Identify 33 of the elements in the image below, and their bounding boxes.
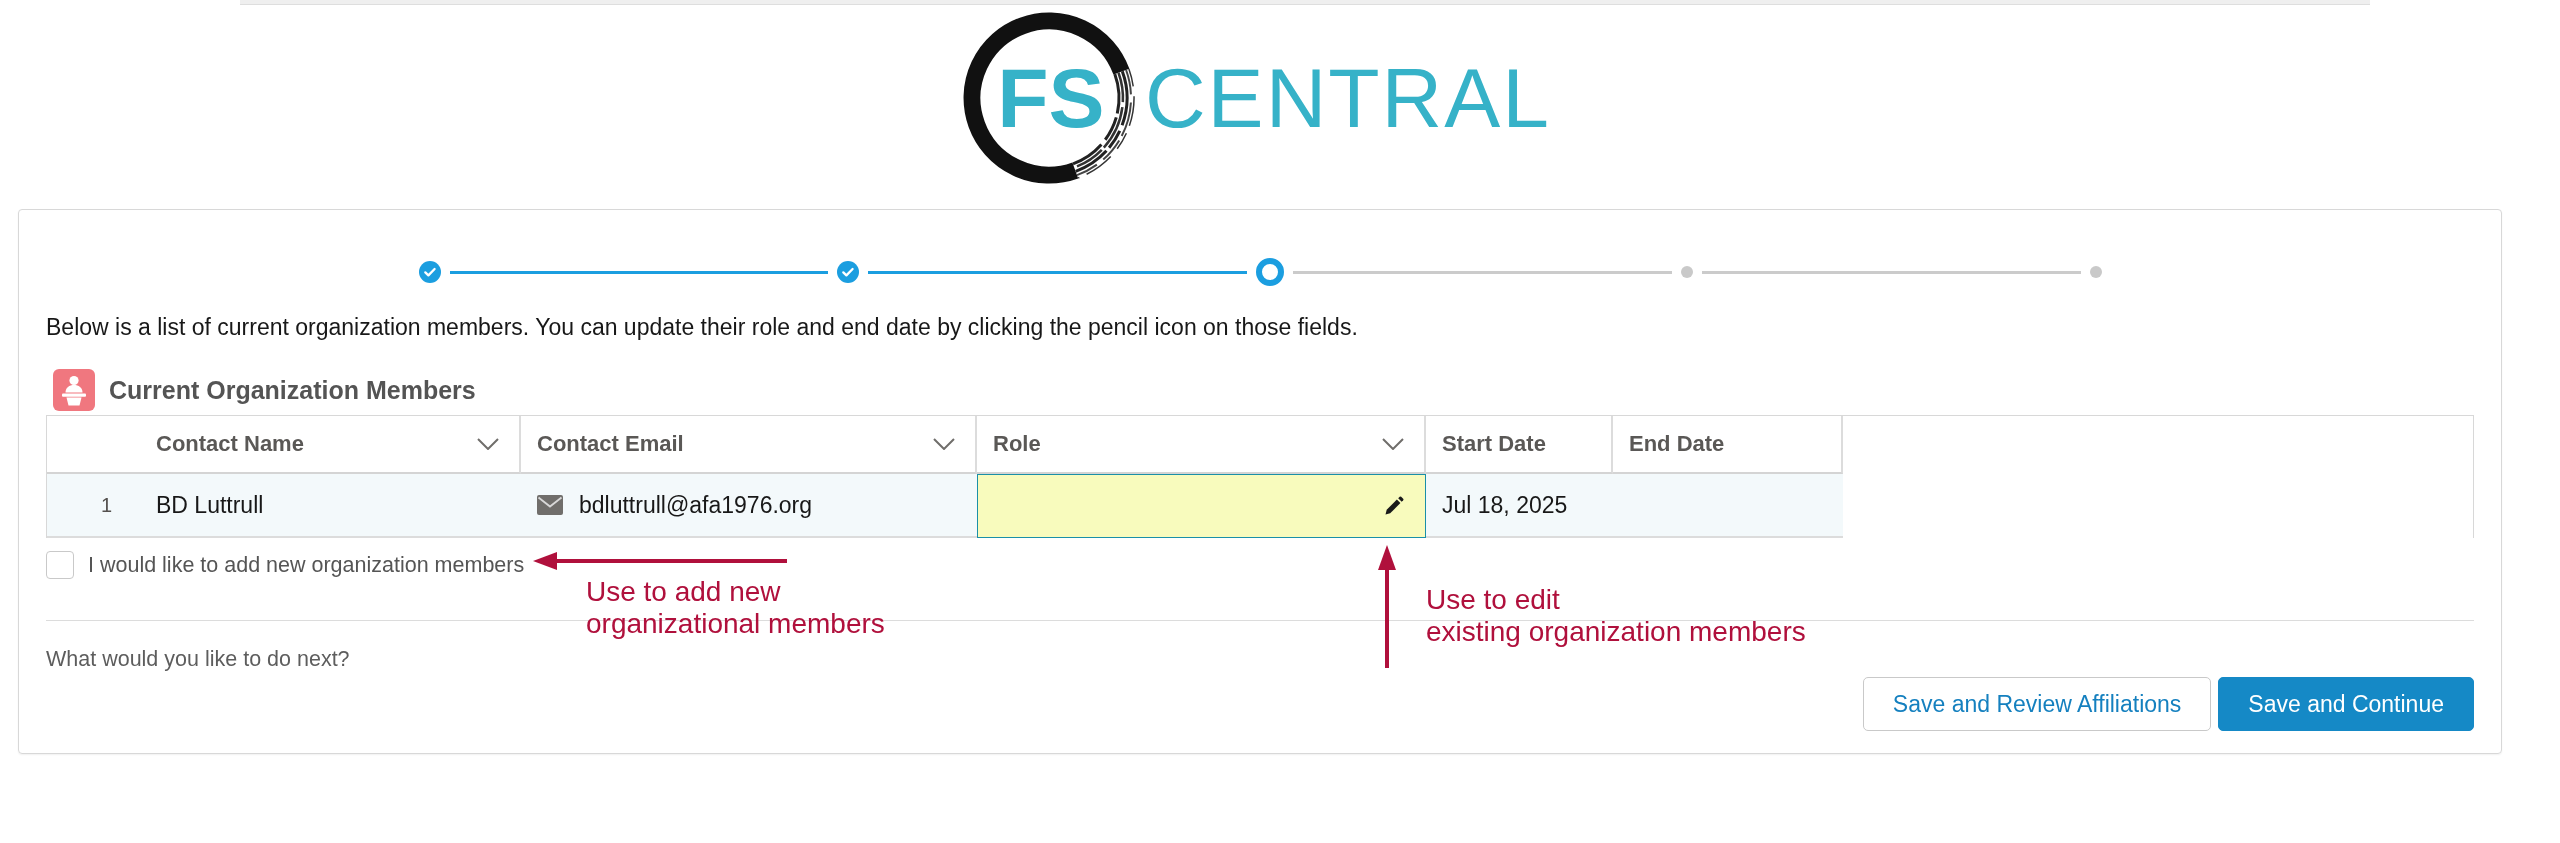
instructions-text: Below is a list of current organization members. You can update their role and end date by clicking the pencil icon on those fields. xyxy=(46,313,1359,342)
envelope-icon xyxy=(537,495,563,515)
email-address: bdluttrull@afa1976.org xyxy=(579,491,813,519)
step-dot-icon xyxy=(2089,266,2102,278)
logo-wordmark: CENTRAL xyxy=(1144,56,1552,140)
column-header: Start Date xyxy=(1442,431,1546,457)
pencil-icon[interactable] xyxy=(1384,496,1404,516)
check-circle-icon xyxy=(418,261,441,283)
brush-circle-icon xyxy=(962,12,1135,184)
next-step-prompt: What would you like to do next? xyxy=(46,646,351,672)
review-button[interactable]: Save and Review Affiliations xyxy=(1862,677,2212,731)
chevron-down-icon[interactable] xyxy=(477,438,499,450)
edit-field[interactable] xyxy=(977,474,1426,538)
column-header: Role xyxy=(993,431,1041,457)
annotation-text: Use to edit existing organization members xyxy=(1426,584,1806,648)
person-desk-icon xyxy=(53,369,95,411)
column-header: Contact Name xyxy=(156,431,304,457)
row-number: 1 xyxy=(100,493,112,517)
table-cell: BD Luttrull xyxy=(156,491,264,519)
table-cell: Jul 18, 2025 xyxy=(1442,491,1568,519)
chevron-down-icon[interactable] xyxy=(1382,438,1404,450)
check-circle-icon xyxy=(837,261,860,283)
step-dot-icon xyxy=(1680,266,1693,278)
checkbox[interactable] xyxy=(46,551,74,579)
continue-button[interactable]: Save and Continue xyxy=(2218,677,2474,731)
annotation-text: Use to add new organizational members xyxy=(586,576,885,640)
section-title: Current Organization Members xyxy=(109,375,476,405)
checkbox-label[interactable]: I would like to add new organization members xyxy=(88,552,525,578)
column-header: End Date xyxy=(1629,431,1725,457)
column-header: Contact Email xyxy=(537,431,684,457)
current-step-icon xyxy=(1256,258,1284,286)
chevron-down-icon[interactable] xyxy=(933,438,955,450)
logo-mark: FS xyxy=(997,56,1105,140)
